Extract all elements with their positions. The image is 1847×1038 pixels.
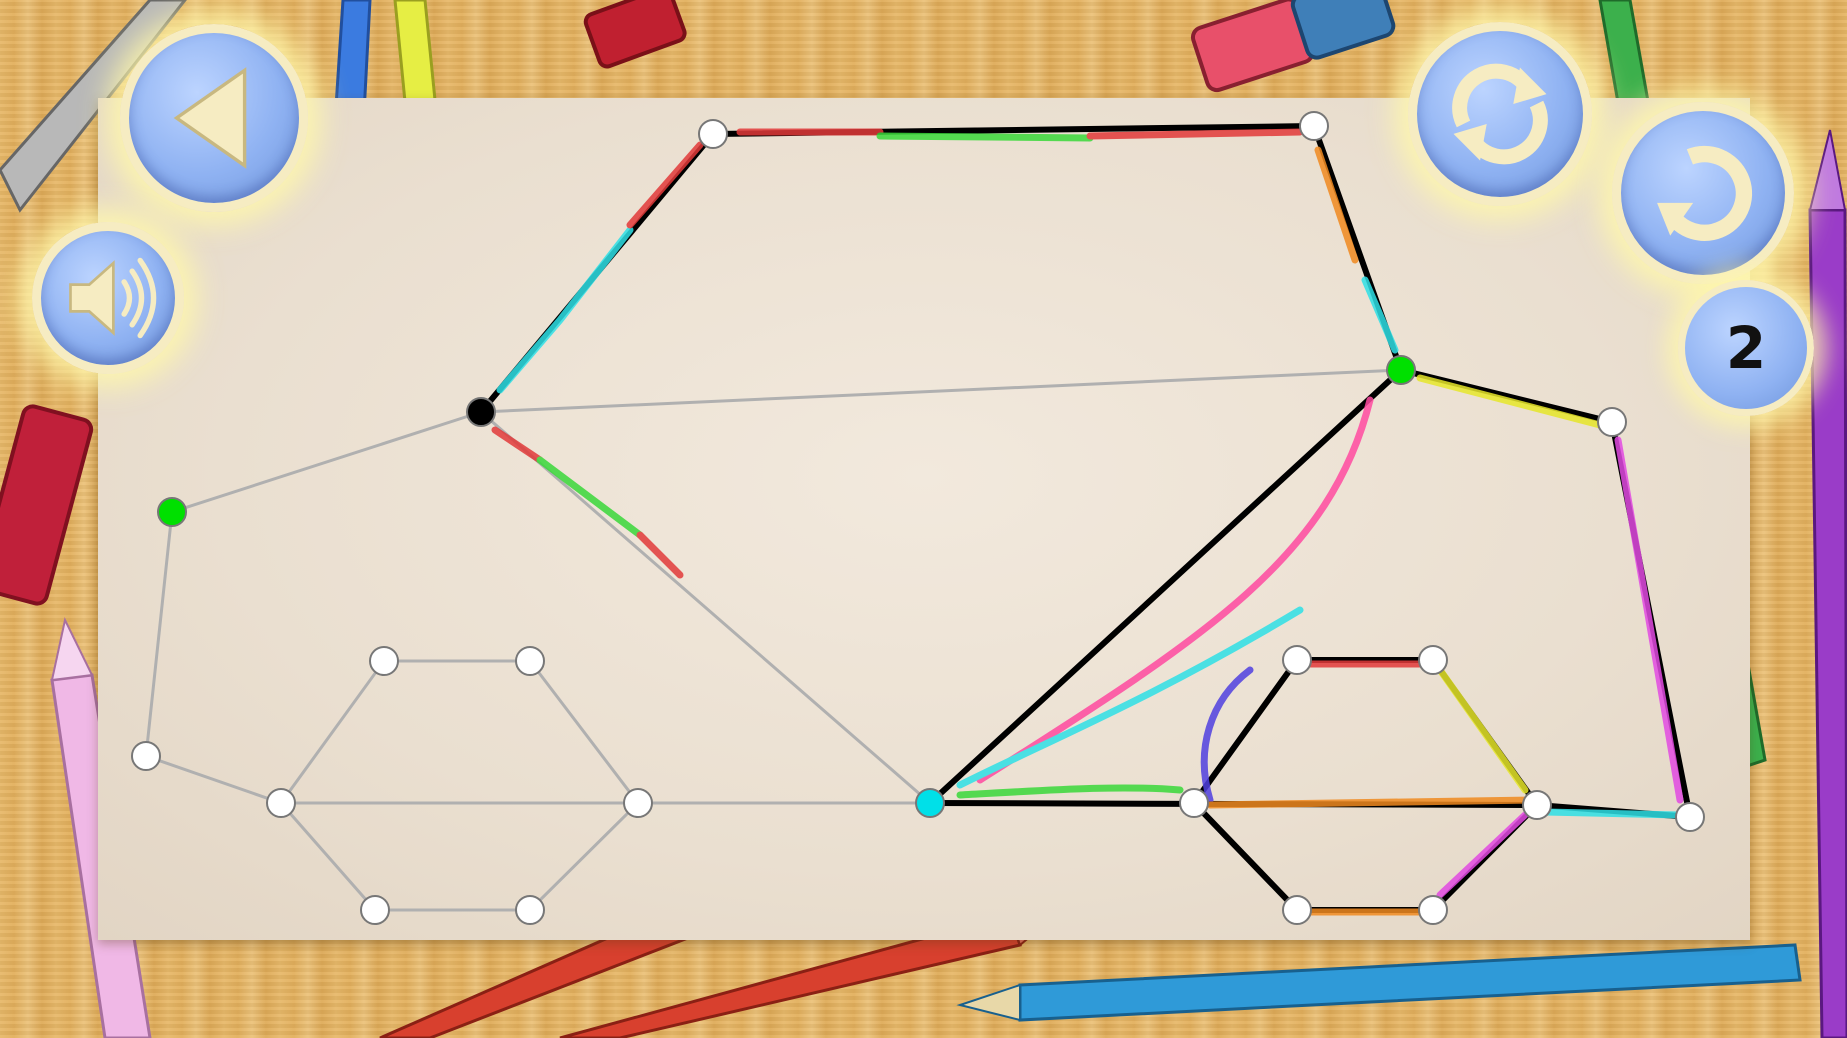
- crayon-scribbles: [491, 128, 1684, 916]
- hint-edge[interactable]: [279, 660, 386, 804]
- hint-edges: [144, 368, 1402, 912]
- pen-node[interactable]: [466, 397, 496, 427]
- undo-arrow-icon: [1657, 145, 1753, 241]
- graph-node[interactable]: [131, 741, 161, 771]
- graph-node[interactable]: [266, 788, 296, 818]
- undo-button[interactable]: [1612, 102, 1794, 284]
- graph-node[interactable]: [1597, 407, 1627, 437]
- back-button[interactable]: [120, 24, 308, 212]
- graph-node[interactable]: [515, 646, 545, 676]
- current-node[interactable]: [915, 788, 945, 818]
- hint-edge[interactable]: [528, 801, 640, 912]
- start-node[interactable]: [1386, 355, 1416, 385]
- graph-node[interactable]: [360, 895, 390, 925]
- restart-arrows-icon: [1452, 63, 1548, 165]
- sound-button[interactable]: [32, 222, 184, 374]
- level-number: 2: [1725, 314, 1767, 382]
- level-badge: 2: [1678, 280, 1814, 416]
- hint-edge[interactable]: [171, 410, 482, 514]
- restart-button[interactable]: [1408, 22, 1592, 206]
- hint-edge[interactable]: [480, 368, 1402, 414]
- graph-node[interactable]: [1282, 645, 1312, 675]
- hint-edge[interactable]: [279, 802, 377, 911]
- graph-node[interactable]: [1418, 645, 1448, 675]
- drawn-edge: [927, 367, 1404, 806]
- back-triangle-icon: [173, 67, 247, 169]
- graph-node[interactable]: [1179, 788, 1209, 818]
- hint-edge[interactable]: [480, 410, 931, 805]
- hint-edge[interactable]: [145, 754, 282, 805]
- graph-node[interactable]: [369, 646, 399, 676]
- graph-node[interactable]: [1675, 802, 1705, 832]
- graph-node[interactable]: [515, 895, 545, 925]
- graph-node[interactable]: [623, 788, 653, 818]
- drawn-edges: [478, 123, 1693, 913]
- graph-node[interactable]: [1522, 790, 1552, 820]
- graph-node[interactable]: [1282, 895, 1312, 925]
- graph-node[interactable]: [1418, 895, 1448, 925]
- graph-node[interactable]: [1299, 111, 1329, 141]
- drawn-edge: [1191, 800, 1300, 913]
- start-node[interactable]: [157, 497, 187, 527]
- hint-edge[interactable]: [528, 660, 640, 804]
- speaker-icon: [69, 257, 157, 339]
- hint-edge[interactable]: [144, 511, 174, 757]
- graph-node[interactable]: [698, 119, 728, 149]
